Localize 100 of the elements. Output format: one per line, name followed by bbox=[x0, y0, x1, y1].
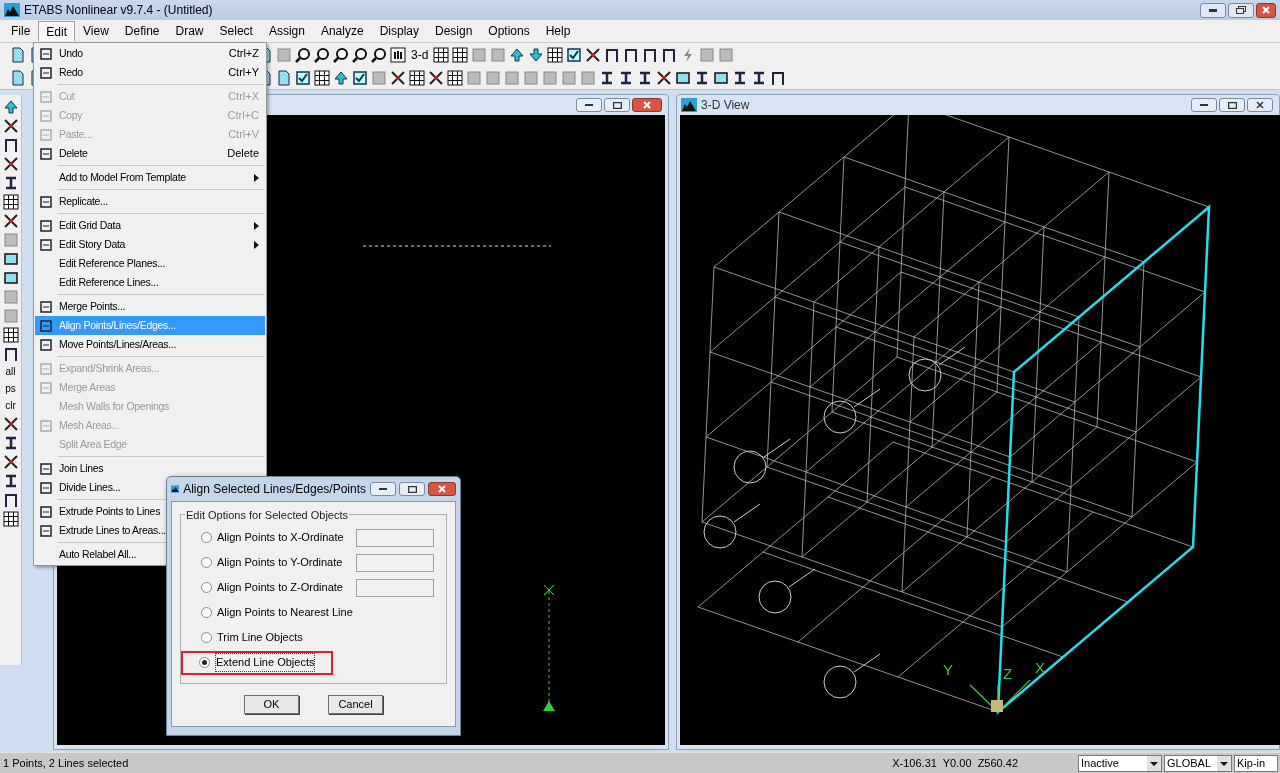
menu-item[interactable]: Edit Grid Data bbox=[35, 216, 265, 235]
dropdown[interactable]: GLOBAL bbox=[1164, 754, 1232, 772]
cross-icon[interactable] bbox=[390, 69, 406, 86]
cancel-button[interactable]: Cancel bbox=[328, 695, 383, 714]
maximize-button[interactable] bbox=[399, 482, 425, 496]
grid-icon[interactable] bbox=[452, 46, 469, 63]
menu-item[interactable]: Options bbox=[480, 21, 538, 41]
menu-item[interactable]: Define bbox=[116, 21, 168, 41]
tile-icon[interactable] bbox=[490, 46, 507, 63]
tile-icon[interactable] bbox=[718, 46, 735, 63]
minimize-button[interactable] bbox=[370, 482, 396, 496]
checkbox-icon[interactable] bbox=[295, 69, 311, 86]
frame-icon[interactable] bbox=[2, 346, 19, 362]
menu-item[interactable]: File bbox=[3, 21, 39, 41]
square-icon[interactable] bbox=[2, 251, 19, 267]
magnifier-icon[interactable] bbox=[295, 46, 311, 63]
menu-item[interactable]: Assign bbox=[260, 21, 313, 41]
minimize-button[interactable] bbox=[1191, 98, 1217, 112]
toolbar-label[interactable]: 3-d bbox=[409, 45, 431, 64]
dropdown[interactable]: Kip-in bbox=[1234, 754, 1278, 772]
magnifier-icon[interactable] bbox=[314, 46, 330, 63]
menu-item[interactable]: Display bbox=[371, 21, 427, 41]
magnifier-icon[interactable] bbox=[352, 46, 368, 63]
grid-icon[interactable] bbox=[547, 46, 564, 63]
page-icon[interactable] bbox=[10, 69, 26, 86]
cross-icon[interactable] bbox=[585, 46, 602, 63]
magnifier-icon[interactable] bbox=[371, 46, 387, 63]
cross-icon[interactable] bbox=[2, 454, 19, 470]
menu-item[interactable]: Draw bbox=[167, 21, 212, 41]
menu-item[interactable]: Edit Story Data bbox=[35, 235, 265, 254]
tile-icon[interactable] bbox=[523, 69, 539, 86]
restore-button[interactable] bbox=[1228, 2, 1254, 18]
grid-icon[interactable] bbox=[2, 511, 19, 527]
menu-item[interactable]: Help bbox=[537, 21, 579, 41]
menu-item[interactable]: View bbox=[75, 21, 117, 41]
menu-item[interactable]: Add to Model From Template bbox=[35, 168, 265, 187]
beam-icon[interactable] bbox=[637, 69, 653, 86]
up-arrow-icon[interactable] bbox=[2, 99, 19, 115]
minimize-button[interactable] bbox=[1200, 2, 1226, 18]
up-arrow-icon[interactable] bbox=[509, 46, 526, 63]
square-icon[interactable] bbox=[713, 69, 729, 86]
menu-item[interactable]: Analyze bbox=[312, 21, 372, 41]
frame-icon[interactable] bbox=[623, 46, 640, 63]
menu-item[interactable]: Edit Reference Lines... bbox=[35, 273, 265, 292]
tile-icon[interactable] bbox=[504, 69, 520, 86]
tile-icon[interactable] bbox=[466, 69, 482, 86]
square-icon[interactable] bbox=[2, 270, 19, 286]
close-button[interactable] bbox=[428, 482, 456, 496]
radio-option[interactable]: Trim Line Objects bbox=[199, 627, 305, 648]
grid-icon[interactable] bbox=[2, 194, 19, 210]
toolbar-label[interactable]: ps bbox=[5, 382, 16, 396]
radio-option[interactable]: Align Points to Y-Ordinate bbox=[199, 552, 345, 573]
checkbox-icon[interactable] bbox=[352, 69, 368, 86]
radio-button[interactable] bbox=[201, 532, 212, 543]
page-icon[interactable] bbox=[276, 69, 292, 86]
tile-icon[interactable] bbox=[276, 46, 292, 63]
tile-icon[interactable] bbox=[485, 69, 501, 86]
grid-icon[interactable] bbox=[409, 69, 425, 86]
frame-icon[interactable] bbox=[2, 492, 19, 508]
dropdown[interactable]: Inactive bbox=[1078, 754, 1162, 772]
tile-icon[interactable] bbox=[371, 69, 387, 86]
tile-icon[interactable] bbox=[2, 289, 19, 305]
down-arrow-icon[interactable] bbox=[528, 46, 545, 63]
menu-item[interactable]: Undo Ctrl+Z bbox=[35, 44, 265, 63]
close-button[interactable] bbox=[632, 98, 662, 112]
frame-icon[interactable] bbox=[770, 69, 786, 86]
toolbar-label[interactable]: clr bbox=[5, 399, 16, 413]
tile-icon[interactable] bbox=[699, 46, 716, 63]
menu-item[interactable]: Design bbox=[427, 21, 481, 41]
beam-icon[interactable] bbox=[732, 69, 748, 86]
frame-icon[interactable] bbox=[604, 46, 621, 63]
grid-icon[interactable] bbox=[314, 69, 330, 86]
minimize-button[interactable] bbox=[576, 98, 602, 112]
ok-button[interactable]: OK bbox=[244, 695, 299, 714]
radio-button[interactable] bbox=[201, 607, 212, 618]
tile-icon[interactable] bbox=[2, 232, 19, 248]
close-button[interactable] bbox=[1256, 2, 1276, 18]
toolbar-label[interactable]: all bbox=[5, 365, 16, 379]
menu-item[interactable]: Edit bbox=[38, 21, 76, 41]
radio-button[interactable] bbox=[201, 582, 212, 593]
radio-option[interactable]: Align Points to X-Ordinate bbox=[199, 527, 346, 548]
tile-icon[interactable] bbox=[471, 46, 488, 63]
beam-icon[interactable] bbox=[618, 69, 634, 86]
square-icon[interactable] bbox=[675, 69, 691, 86]
tile-icon[interactable] bbox=[542, 69, 558, 86]
grid-icon[interactable] bbox=[2, 327, 19, 343]
grid-icon[interactable] bbox=[447, 69, 463, 86]
menu-item[interactable]: Redo Ctrl+Y bbox=[35, 63, 265, 82]
cross-icon[interactable] bbox=[2, 416, 19, 432]
checkbox-icon[interactable] bbox=[566, 46, 583, 63]
frame-icon[interactable] bbox=[2, 137, 19, 153]
menu-item[interactable]: Merge Points... bbox=[35, 297, 265, 316]
tile-icon[interactable] bbox=[580, 69, 596, 86]
page-icon[interactable] bbox=[10, 46, 26, 63]
maximize-button[interactable] bbox=[1219, 98, 1245, 112]
frame-icon[interactable] bbox=[642, 46, 659, 63]
up-arrow-icon[interactable] bbox=[333, 69, 349, 86]
menu-item[interactable]: Join Lines bbox=[35, 459, 265, 478]
grid-icon[interactable] bbox=[433, 46, 450, 63]
frame-icon[interactable] bbox=[661, 46, 678, 63]
